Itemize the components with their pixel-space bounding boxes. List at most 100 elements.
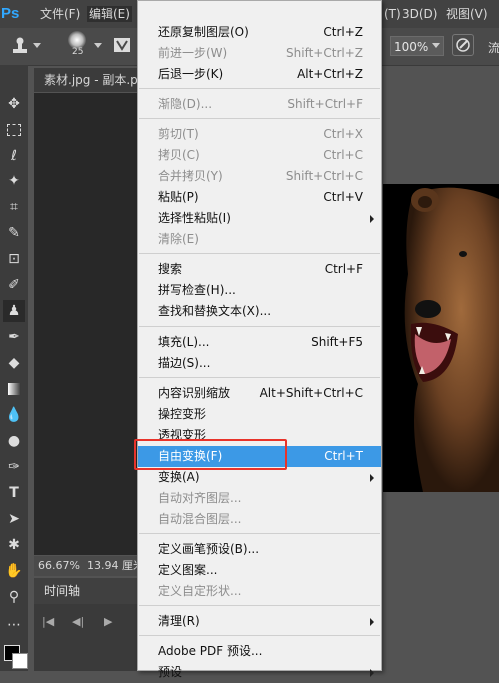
menu-item-label: 选择性粘贴(I) [158,211,231,225]
menu-item-shortcut: Ctrl+V [323,190,363,204]
menu-item-copy: 拷贝(C) Ctrl+C [138,145,381,166]
menu-item-label: 描边(S)... [158,356,211,370]
options-text-partial: 流 [488,41,499,55]
menu-item-define-pattern[interactable]: 定义图案... [138,560,381,581]
crop-tool-icon[interactable]: ⌗ [3,196,25,218]
pen-tool-icon[interactable]: ✑ [3,456,25,478]
path-selection-tool-icon[interactable]: ➤ [3,508,25,530]
status-bar: 66.67% 13.94 厘米 [34,556,138,576]
hand-tool-icon[interactable]: ✋ [3,560,25,582]
shape-tool-icon[interactable]: ✱ [3,534,25,556]
menu-item-content-aware-scale[interactable]: 内容识别缩放 Alt+Shift+Ctrl+C [138,383,381,404]
eraser-tool-icon[interactable]: ◆ [3,352,25,374]
menu-edit[interactable]: 编辑(E) [87,6,132,22]
menu-item-fill[interactable]: 填充(L)... Shift+F5 [138,332,381,353]
zoom-tool-icon[interactable]: ⚲ [3,586,25,608]
menu-item-stroke[interactable]: 描边(S)... [138,353,381,374]
menu-item-presets[interactable]: 预设 [138,662,381,683]
menu-view[interactable]: 视图(V) [446,6,488,22]
menu-separator [139,605,380,606]
menu-item-spell-check[interactable]: 拼写检查(H)... [138,280,381,301]
menu-item-label: 预设 [158,665,183,679]
menu-item-step-backward[interactable]: 后退一步(K) Alt+Ctrl+Z [138,64,381,85]
bear-image[interactable] [383,184,499,492]
go-to-first-frame-icon[interactable]: |◀ [42,616,54,628]
menu-item-fade: 渐隐(D)... Shift+Ctrl+F [138,94,381,115]
menu-item-define-brush[interactable]: 定义画笔预设(B)... [138,539,381,560]
menu-item-puppet-warp[interactable]: 操控变形 [138,404,381,425]
document-tab[interactable]: 素材.jpg - 副本.p [34,68,138,92]
menu-item-adobe-pdf-presets[interactable]: Adobe PDF 预设... [138,641,381,662]
eyedropper-tool-icon[interactable]: ✎ [3,222,25,244]
dodge-tool-icon[interactable]: ● [3,430,25,452]
menu-item-shortcut: Shift+Ctrl+Z [286,46,363,60]
menu-item-search[interactable]: 搜索 Ctrl+F [138,259,381,280]
menu-separator [139,253,380,254]
menu-item-shortcut: Shift+Ctrl+F [287,97,363,111]
menu-3d[interactable]: 3D(D) [402,6,437,22]
brush-size-label: 25 [72,47,84,57]
menu-item-paste-special[interactable]: 选择性粘贴(I) [138,208,381,229]
pressure-icon[interactable] [452,34,474,56]
menu-item-undo[interactable]: 还原复制图层(O) Ctrl+Z [138,22,381,43]
document-size: 13.94 厘米 [86,559,138,572]
magic-wand-tool-icon[interactable]: ✦ [3,170,25,192]
play-icon[interactable]: ▶ [104,616,112,628]
submenu-arrow-icon [370,474,374,482]
blur-tool-icon[interactable]: 💧 [3,404,25,426]
zoom-dropdown-icon[interactable] [432,43,440,48]
menu-item-purge[interactable]: 清理(R) [138,611,381,632]
menu-item-label: 拼写检查(H)... [158,283,236,297]
menu-item-auto-align: 自动对齐图层... [138,488,381,509]
menu-item-shortcut: Shift+Ctrl+C [285,169,363,183]
clone-source-panel-icon[interactable] [113,36,131,54]
menu-item-copy-merged: 合并拷贝(Y) Shift+Ctrl+C [138,166,381,187]
menu-separator [139,635,380,636]
menu-item-cut: 剪切(T) Ctrl+X [138,124,381,145]
menu-item-label: 定义画笔预设(B)... [158,542,260,556]
menu-item-label: 粘贴(P) [158,190,199,204]
menu-item-label: 剪切(T) [158,127,199,141]
gradient-tool-icon[interactable] [3,378,25,400]
stamp-tool-icon[interactable] [10,36,30,56]
submenu-arrow-icon [370,669,374,677]
brush-dropdown-icon[interactable] [94,43,102,48]
menu-item-label: 清理(R) [158,614,200,628]
menu-item-label: 清除(E) [158,232,199,246]
clone-stamp-tool-icon[interactable]: ♟ [3,300,25,322]
history-brush-tool-icon[interactable]: ✒ [3,326,25,348]
menu-item-step-forward: 前进一步(W) Shift+Ctrl+Z [138,43,381,64]
menu-item-label: 自动对齐图层... [158,491,242,505]
menu-item-label: 定义图案... [158,563,218,577]
zoom-level: 66.67% [38,559,80,572]
menu-item-label: 后退一步(K) [158,67,224,81]
more-tools-icon[interactable]: ⋯ [3,614,25,636]
menu-3d-partial[interactable]: (T) [384,6,401,22]
menu-item-shortcut: Ctrl+F [324,262,363,276]
menu-item-transform[interactable]: 变换(A) [138,467,381,488]
menu-item-shortcut: Alt+Shift+Ctrl+C [259,386,363,400]
previous-frame-icon[interactable]: ◀| [72,616,84,628]
marquee-tool-icon[interactable] [3,119,25,141]
tool-preset-dropdown-icon[interactable] [33,43,41,48]
menu-item-label: Adobe PDF 预设... [158,644,263,658]
move-tool-icon[interactable]: ✥ [3,93,25,115]
timeline-tab-label[interactable]: 时间轴 [44,583,80,599]
frame-tool-icon[interactable]: ⊡ [3,248,25,270]
brush-tool-icon[interactable]: ✐ [3,274,25,296]
menu-item-label: 前进一步(W) [158,46,228,60]
menu-item-shortcut: Ctrl+X [323,127,363,141]
canvas-area[interactable] [34,93,138,555]
menu-item-paste[interactable]: 粘贴(P) Ctrl+V [138,187,381,208]
edit-menu-dropdown: 还原复制图层(O) Ctrl+Z 前进一步(W) Shift+Ctrl+Z 后退一步… [137,0,382,679]
background-color-swatch[interactable] [12,653,28,669]
menu-item-label: 合并拷贝(Y) [158,169,223,183]
menu-item-shortcut: Ctrl+T [324,449,363,463]
menu-separator [139,88,380,89]
menu-file[interactable]: 文件(F) [40,6,80,22]
type-tool-icon[interactable]: T [3,482,25,504]
menu-item-find-replace[interactable]: 查找和替换文本(X)... [138,301,381,322]
menu-item-label: 填充(L)... [158,335,210,349]
lasso-tool-icon[interactable]: ℓ [3,145,25,167]
menu-item-clear: 清除(E) [138,229,381,250]
